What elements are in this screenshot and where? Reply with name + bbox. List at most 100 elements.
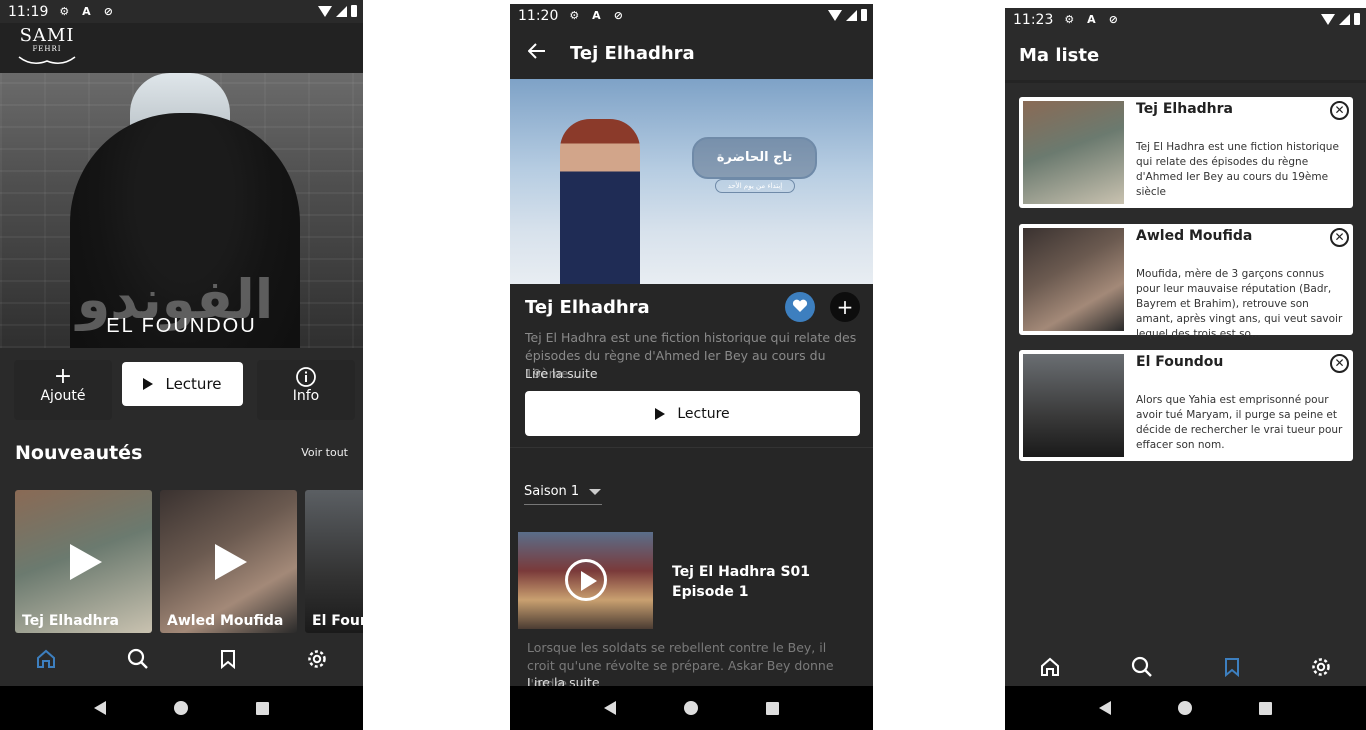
item-description: Tej El Hadhra est une fiction historique… [1136,141,1339,198]
nav-home-icon[interactable] [684,701,698,715]
home-icon[interactable] [35,648,57,670]
season-label: Saison 1 [524,484,580,499]
nav-back-icon[interactable] [94,701,106,715]
gear-icon[interactable] [306,648,328,670]
nav-home-icon[interactable] [1177,701,1192,715]
play-icon [143,378,154,390]
play-button[interactable]: Lecture [525,391,860,436]
play-circle-icon [565,559,607,601]
nav-recent-icon[interactable] [256,701,269,715]
nav-back-icon[interactable] [1098,701,1111,715]
add-to-list-button[interactable]: + [830,292,860,322]
a-icon: A [82,4,91,18]
list-item[interactable]: El Foundou Alors que Yahia est emprisonn… [1019,350,1353,461]
bookmark-icon[interactable] [219,649,237,669]
system-nav-bar [1005,686,1366,730]
play-label: Lecture [165,375,222,393]
chevron-down-icon [589,488,602,495]
status-time: 11:19 [8,3,49,20]
status-bar: 11:20 ⚙ A ⊘ [510,4,873,27]
home-icon[interactable] [1039,656,1061,678]
item-title: El Foundou [1136,354,1224,370]
nav-recent-icon[interactable] [1259,701,1273,715]
list-item[interactable]: El Foundou [305,490,363,633]
list-item[interactable]: Tej Elhadhra Tej El Hadhra est une ficti… [1019,97,1353,208]
brand-logo[interactable]: SAMI FEHRI [14,27,80,69]
list-item[interactable]: Awled Moufida [160,490,297,633]
search-icon[interactable] [1130,655,1154,679]
status-time: 11:23 [1013,11,1054,28]
episode-title[interactable]: Tej El Hadhra S01 Episode 1 [672,562,852,602]
a-icon: A [592,8,601,22]
list-item[interactable]: Awled Moufida Moufida, mère de 3 garçons… [1019,224,1353,340]
sync-icon: ⊘ [103,4,113,18]
wifi-icon [318,5,332,17]
search-icon[interactable] [126,647,150,671]
show-name: Tej Elhadhra [525,297,650,318]
signal-icon [846,9,857,21]
nav-recent-icon[interactable] [766,701,779,715]
logo-subtext: FEHRI [32,45,62,53]
wifi-icon [1321,13,1335,25]
divider [510,447,873,448]
app-bar: Ma liste [1005,31,1366,83]
settings-icon: ⚙ [59,4,70,18]
item-title: Tej Elhadhra [1136,101,1233,117]
battery-icon [861,9,867,21]
hero-actions: + Ajouté Lecture Info [0,348,363,423]
close-icon[interactable]: ✕ [1330,354,1349,373]
bottom-tab-bar [0,640,363,678]
hero-banner[interactable]: الفوندو [0,73,363,348]
bottom-tab-bar [1005,648,1366,686]
settings-icon: ⚙ [569,8,580,22]
nav-home-icon[interactable] [174,701,188,715]
sync-icon: ⊘ [613,8,623,22]
banner-arabic-title: تاج الحاضرة [716,150,793,165]
app-header: SAMI FEHRI [0,23,363,73]
battery-icon [351,5,357,17]
status-bar: 11:23 ⚙ A ⊘ [1005,8,1366,31]
plus-icon: + [836,295,854,319]
settings-icon: ⚙ [1064,12,1075,26]
banner-arabic-sub: إبتداء من يوم الأحد [727,182,783,190]
wifi-icon [828,9,842,21]
banner-subframe: إبتداء من يوم الأحد [715,179,795,193]
read-more-link[interactable]: Lire la suite [525,366,598,381]
back-arrow-icon[interactable] [527,43,546,63]
signal-icon [1339,13,1350,25]
detail-screen: 11:20 ⚙ A ⊘ Tej Elhadhra تاج الحاضرة إبت… [510,4,873,730]
banner-figure [560,119,640,284]
see-all-link[interactable]: Voir tout [301,446,348,459]
play-icon [69,543,102,580]
signal-icon [336,5,347,17]
bookmark-icon[interactable] [1223,657,1241,677]
card-label: Tej Elhadhra [22,613,119,629]
hero-title: EL FOUNDOU [106,315,257,337]
close-icon[interactable]: ✕ [1330,228,1349,247]
item-thumbnail [1023,354,1124,457]
play-icon [655,407,666,420]
item-description: Alors que Yahia est emprisonné pour avoi… [1136,394,1343,451]
play-button[interactable]: Lecture [122,362,243,406]
new-releases-carousel[interactable]: Tej Elhadhra Awled Moufida El Foundou [15,490,363,633]
status-time: 11:20 [518,7,559,24]
list-item[interactable]: Tej Elhadhra [15,490,152,633]
my-list-screen: 11:23 ⚙ A ⊘ Ma liste Tej Elhadhra Tej El… [1005,8,1366,730]
section-title: Nouveautés [15,442,143,464]
home-screen: 11:19 ⚙ A ⊘ SAMI FEHRI الفوندو EL FOUNDO… [0,0,363,730]
close-icon[interactable]: ✕ [1330,101,1349,120]
gear-icon[interactable] [1310,656,1332,678]
logo-text: SAMI [19,25,75,46]
season-dropdown[interactable]: Saison 1 [524,479,602,505]
page-title: Tej Elhadhra [570,42,695,64]
heart-icon [792,298,808,317]
status-bar: 11:19 ⚙ A ⊘ [0,0,363,23]
episode-thumbnail[interactable] [518,532,653,629]
added-button[interactable]: + Ajouté [14,360,112,420]
card-label: El Foundou [312,613,363,629]
app-bar: Tej Elhadhra [510,27,873,79]
favorite-button[interactable] [785,292,815,322]
play-label: Lecture [677,405,730,422]
nav-back-icon[interactable] [604,701,616,715]
info-button[interactable]: Info [257,360,355,420]
